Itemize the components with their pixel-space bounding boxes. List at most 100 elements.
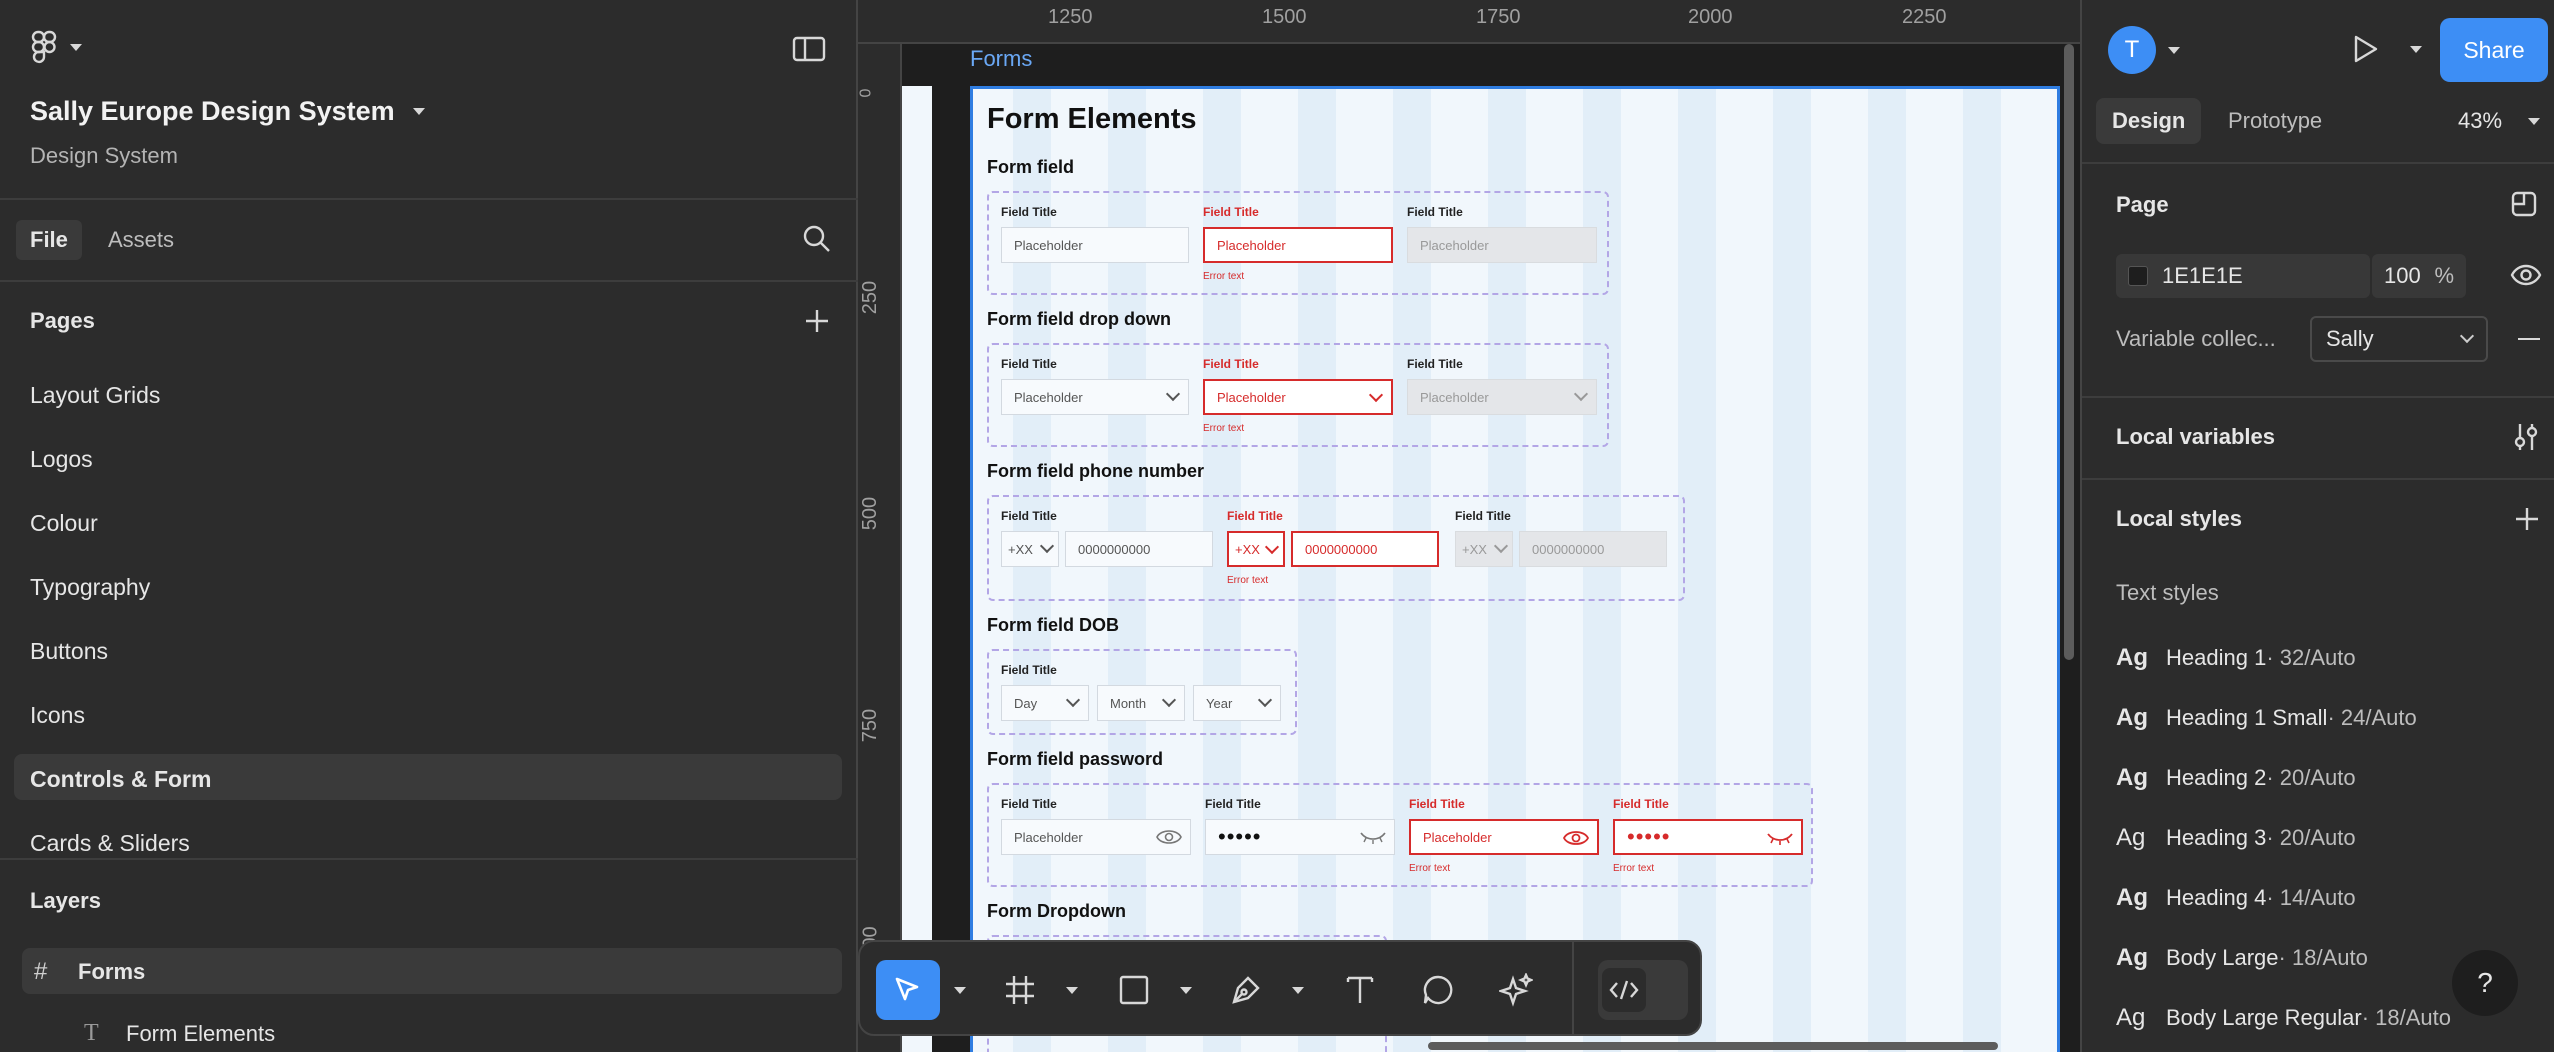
password-field[interactable]: Placeholder <box>1001 819 1191 855</box>
page-item-icons[interactable]: Icons <box>30 702 85 729</box>
dob-year-value: Year <box>1206 695 1233 711</box>
page-item-layout-grids[interactable]: Layout Grids <box>30 382 160 409</box>
page-section-heading: Page <box>2116 192 2169 217</box>
chevron-down-icon <box>2168 46 2180 54</box>
tab-design[interactable]: Design <box>2096 98 2202 144</box>
page-item-colour[interactable]: Colour <box>30 510 98 537</box>
text-style-item[interactable]: Ag Heading 4 · 14/Auto <box>2116 884 2356 912</box>
style-size: · 20/Auto <box>2266 765 2356 790</box>
page-item-logos[interactable]: Logos <box>30 446 93 473</box>
component-set: Field Title Placeholder Field Title Plac… <box>987 343 1609 447</box>
text-style-item[interactable]: Ag Heading 3 · 20/Auto <box>2116 824 2356 852</box>
page-item-controls-form[interactable]: Controls & Form <box>30 766 211 793</box>
type-icon: Ag <box>2116 644 2148 671</box>
shape-tool-menu[interactable] <box>1178 960 1194 1020</box>
move-tool-menu[interactable] <box>952 960 968 1020</box>
add-style-icon[interactable] <box>2514 506 2540 532</box>
frame-label[interactable]: Forms <box>970 46 1032 72</box>
add-page-icon[interactable] <box>804 308 830 334</box>
phone-number-field[interactable]: 0000000000 <box>1065 531 1213 567</box>
text-tool-button[interactable] <box>1332 960 1388 1020</box>
text-field[interactable]: Placeholder <box>1001 227 1189 263</box>
phone-number-field-error[interactable]: 0000000000 <box>1291 531 1439 567</box>
tab-assets[interactable]: Assets <box>108 220 174 260</box>
shape-tool-button[interactable] <box>1106 960 1162 1020</box>
file-name-button[interactable]: Sally Europe Design System <box>30 96 425 127</box>
error-text: Error text <box>1203 271 1245 282</box>
page-color-field[interactable]: 1E1E1E <box>2116 254 2370 298</box>
dob-year-select[interactable]: Year <box>1193 685 1281 721</box>
code-icon <box>1602 968 1646 1012</box>
toggle-sidebar-icon[interactable] <box>792 36 826 62</box>
page-item-cards-sliders[interactable]: Cards & Sliders <box>30 830 190 857</box>
horizontal-scrollbar[interactable] <box>1428 1042 1998 1050</box>
country-code-select[interactable]: +XX <box>1001 531 1059 567</box>
chevron-down-icon <box>1257 692 1273 708</box>
canvas[interactable]: 1250 1500 1750 2000 2250 0 250 500 750 0… <box>858 0 2080 1052</box>
present-icon[interactable] <box>2352 34 2380 64</box>
password-field-error[interactable]: Placeholder <box>1409 819 1599 855</box>
text-field-error[interactable]: Placeholder <box>1203 227 1393 263</box>
frame-tool-menu[interactable] <box>1064 960 1080 1020</box>
text-style-item[interactable]: Ag Body Large Regular · 18/Auto <box>2116 1004 2451 1032</box>
main-menu-button[interactable] <box>30 30 82 64</box>
country-code-select-error[interactable]: +XX <box>1227 531 1285 567</box>
style-size: · 32/Auto <box>2266 645 2356 670</box>
tab-prototype[interactable]: Prototype <box>2228 98 2322 144</box>
frame-tool-button[interactable] <box>992 960 1048 1020</box>
variable-collection-label: Variable collec... <box>2116 326 2276 351</box>
ruler-tick: 2000 <box>1688 6 1733 28</box>
text-style-item[interactable]: Ag Heading 2 · 20/Auto <box>2116 764 2356 792</box>
remove-icon[interactable] <box>2518 338 2540 340</box>
password-field-filled-error[interactable]: ••••• <box>1613 819 1803 855</box>
page-item-typography[interactable]: Typography <box>30 574 150 601</box>
dropdown-field-error[interactable]: Placeholder <box>1203 379 1393 415</box>
dev-mode-toggle[interactable] <box>1598 960 1688 1020</box>
section-heading: Form field <box>987 157 1075 177</box>
password-field-filled[interactable]: ••••• <box>1205 819 1395 855</box>
style-size: · 20/Auto <box>2266 825 2356 850</box>
variable-collection-select[interactable]: Sally <box>2310 316 2488 362</box>
layout-grid-column <box>1868 89 1906 1052</box>
left-panel: Sally Europe Design System Design System… <box>0 0 858 1052</box>
field-label: Field Title <box>1001 663 1057 677</box>
field-label: Field Title <box>1227 509 1283 523</box>
eye-icon[interactable] <box>2510 262 2542 288</box>
forms-frame[interactable]: Form Elements Form field Field Title Pla… <box>970 86 2060 1052</box>
help-button[interactable]: ? <box>2452 950 2518 1016</box>
password-value: ••••• <box>1218 824 1262 849</box>
pen-tool-button[interactable] <box>1218 960 1274 1020</box>
text-style-item[interactable]: Ag Heading 1 Small · 24/Auto <box>2116 704 2417 732</box>
tab-file[interactable]: File <box>16 220 82 260</box>
error-text: Error text <box>1613 863 1655 874</box>
share-button[interactable]: Share <box>2440 18 2548 82</box>
pen-tool-menu[interactable] <box>1290 960 1306 1020</box>
eye-closed-icon[interactable] <box>1360 830 1386 844</box>
eye-icon[interactable] <box>1156 828 1182 846</box>
user-menu[interactable]: T <box>2108 26 2180 74</box>
field-label: Field Title <box>1455 509 1511 523</box>
search-icon[interactable] <box>802 224 832 254</box>
dropdown-field[interactable]: Placeholder <box>1001 379 1189 415</box>
comment-tool-button[interactable] <box>1410 960 1466 1020</box>
layer-form-elements[interactable]: T Form Elements <box>84 1020 275 1047</box>
text-style-item[interactable]: Ag Heading 1 · 32/Auto <box>2116 644 2356 672</box>
zoom-menu[interactable]: 43% <box>2458 98 2541 144</box>
page-item-buttons[interactable]: Buttons <box>30 638 108 665</box>
variables-settings-icon[interactable] <box>2512 422 2540 452</box>
vertical-scrollbar[interactable] <box>2064 44 2074 660</box>
page-opacity-field[interactable]: 100 % <box>2372 254 2466 298</box>
chevron-down-icon[interactable] <box>2410 46 2422 53</box>
text-style-item[interactable]: Ag Body Large · 18/Auto <box>2116 944 2368 972</box>
layer-forms[interactable]: # Forms <box>34 958 145 986</box>
section-heading: Form Dropdown <box>987 901 1126 921</box>
move-tool-button[interactable] <box>876 960 940 1020</box>
style-size: · 18/Auto <box>2361 1005 2451 1030</box>
eye-icon[interactable] <box>1563 829 1589 847</box>
password-value: Placeholder <box>1423 829 1492 845</box>
dob-month-select[interactable]: Month <box>1097 685 1185 721</box>
page-style-icon[interactable] <box>2510 190 2538 218</box>
ai-actions-button[interactable] <box>1488 960 1544 1020</box>
eye-closed-icon[interactable] <box>1767 831 1793 845</box>
dob-day-select[interactable]: Day <box>1001 685 1089 721</box>
